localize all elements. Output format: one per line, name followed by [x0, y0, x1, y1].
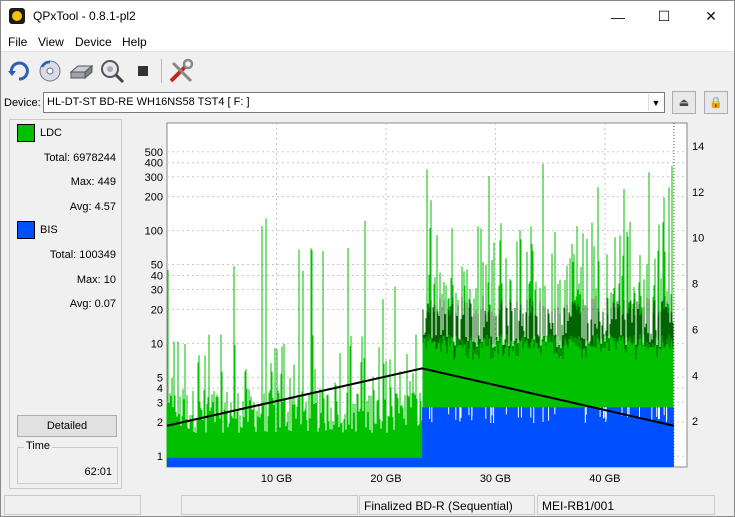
refresh-icon[interactable] — [4, 56, 34, 86]
device-selected-value: HL-DT-ST BD-RE WH16NS58 TST4 [ F: ] — [47, 96, 250, 108]
status-cell-1 — [4, 495, 141, 515]
y-left-tick-label: 2 — [157, 417, 163, 429]
ldc-legend-swatch — [17, 124, 35, 142]
stop-icon[interactable] — [128, 56, 158, 86]
minimize-button[interactable]: — — [595, 1, 641, 32]
menu-view[interactable]: View — [38, 35, 64, 49]
y-left-tick-label: 1 — [157, 451, 163, 463]
status-cell-2 — [181, 495, 358, 515]
y-left-tick-label: 4 — [157, 383, 163, 395]
y-right-tick-label: 4 — [692, 370, 698, 382]
window-title: QPxTool - 0.8.1-pl2 — [33, 9, 136, 23]
tools-icon[interactable] — [166, 56, 196, 86]
device-select[interactable]: HL-DT-ST BD-RE WH16NS58 TST4 [ F: ] ▼ — [43, 92, 665, 113]
menu-file[interactable]: File — [8, 35, 27, 49]
detailed-button[interactable]: Detailed — [17, 415, 117, 437]
y-right-tick-label: 12 — [692, 187, 704, 199]
y-left-tick-label: 100 — [145, 226, 163, 238]
x-tick-label: 40 GB — [589, 473, 620, 485]
ldc-legend-label: LDC — [40, 127, 63, 139]
y-right-tick-label: 6 — [692, 324, 698, 336]
time-value: 62:01 — [84, 466, 112, 478]
y-left-tick-label: 5 — [157, 372, 163, 384]
y-left-tick-label: 3 — [157, 397, 163, 409]
y-left-tick-label: 10 — [151, 338, 163, 350]
y-left-tick-label: 50 — [151, 260, 163, 272]
y-right-tick-label: 8 — [692, 279, 698, 291]
disc-type-status: Finalized BD-R (Sequential) — [359, 495, 535, 515]
bis-legend-swatch — [17, 221, 35, 239]
y-left-tick-label: 400 — [145, 158, 163, 170]
y-left-tick-label: 200 — [145, 192, 163, 204]
y-right-tick-label: 10 — [692, 233, 704, 245]
bis-total: Total: 100349 — [49, 249, 116, 261]
bis-legend-label: BIS — [40, 224, 58, 236]
device-label: Device: — [4, 97, 41, 109]
bis-max: Max: 10 — [76, 274, 116, 286]
close-button[interactable]: ✕ — [688, 1, 734, 32]
scan-chart: 1234510203040501002003004005002468101214… — [145, 122, 704, 485]
zoom-disc-icon[interactable] — [97, 56, 127, 86]
x-tick-label: 30 GB — [480, 473, 511, 485]
y-left-tick-label: 30 — [151, 285, 163, 297]
app-logo-icon — [9, 8, 25, 24]
ldc-avg: Avg: 4.57 — [69, 201, 116, 213]
title-bar: QPxTool - 0.8.1-pl2 — ☐ ✕ — [1, 1, 734, 32]
x-tick-label: 10 GB — [261, 473, 292, 485]
media-id-status: MEI-RB1/001 — [537, 495, 715, 515]
toolbar — [1, 53, 734, 89]
app-window: QPxTool - 0.8.1-pl2 — ☐ ✕ File View Devi… — [0, 0, 735, 517]
lock-button[interactable]: 🔒 — [704, 91, 728, 114]
y-left-tick-label: 300 — [145, 172, 163, 184]
drive-icon[interactable] — [66, 56, 96, 86]
ldc-max: Max: 449 — [70, 176, 116, 188]
x-tick-label: 20 GB — [370, 473, 401, 485]
maximize-button[interactable]: ☐ — [641, 1, 687, 32]
menu-bar: File View Device Help — [1, 32, 734, 52]
y-left-tick-label: 40 — [151, 270, 163, 282]
y-right-tick-label: 2 — [692, 416, 698, 428]
y-left-tick-label: 500 — [145, 147, 163, 159]
ldc-total: Total: 6978244 — [43, 152, 116, 164]
y-right-tick-label: 14 — [692, 141, 704, 153]
time-label: Time — [24, 440, 53, 452]
bis-block — [167, 457, 423, 467]
stats-panel: LDC Total: 6978244 Max: 449 Avg: 4.57 BI… — [9, 119, 122, 489]
toolbar-separator — [161, 59, 162, 83]
time-group: Time 62:01 — [17, 440, 118, 484]
bis-avg: Avg: 0.07 — [69, 298, 116, 310]
disc-scan-icon[interactable] — [35, 56, 65, 86]
status-bar: Finalized BD-R (Sequential) MEI-RB1/001 — [1, 493, 734, 517]
y-left-tick-label: 20 — [151, 304, 163, 316]
menu-help[interactable]: Help — [122, 35, 147, 49]
menu-device[interactable]: Device — [75, 35, 112, 49]
device-row: Device: HL-DT-ST BD-RE WH16NS58 TST4 [ F… — [1, 90, 734, 116]
eject-button[interactable]: ⏏ — [672, 91, 696, 114]
chevron-down-icon[interactable]: ▼ — [648, 94, 663, 111]
